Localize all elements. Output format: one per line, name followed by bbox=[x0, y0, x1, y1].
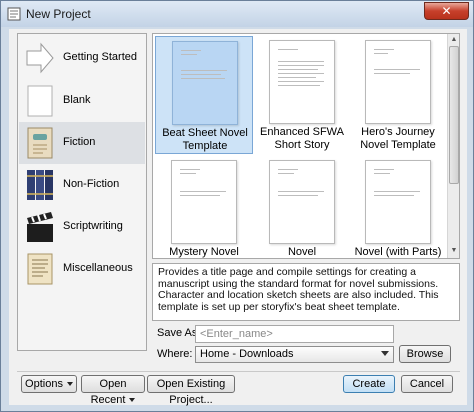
scroll-down-arrow-icon[interactable]: ▼ bbox=[449, 246, 459, 256]
category-list: Getting Started Blank Fiction Non-Fictio… bbox=[17, 33, 147, 351]
category-label: Non-Fiction bbox=[63, 178, 120, 190]
category-label: Miscellaneous bbox=[63, 262, 133, 274]
save-as-label: Save As: bbox=[157, 327, 201, 339]
template-tile[interactable]: Novel (with Parts) bbox=[349, 156, 447, 258]
template-label: Mystery Novel Template bbox=[169, 246, 239, 258]
template-label: Novel bbox=[287, 246, 317, 258]
template-thumbnail bbox=[269, 40, 335, 124]
open-existing-label: Open Existing Project... bbox=[156, 378, 226, 406]
category-label: Fiction bbox=[63, 136, 96, 148]
template-tile[interactable]: Beat Sheet Novel Template bbox=[155, 36, 253, 154]
chevron-down-icon bbox=[381, 351, 389, 356]
template-thumbnail bbox=[269, 160, 335, 244]
cancel-label: Cancel bbox=[409, 378, 445, 390]
dialog-body: Getting Started Blank Fiction Non-Fictio… bbox=[9, 29, 467, 406]
category-fiction[interactable]: Fiction bbox=[19, 122, 145, 164]
new-project-window: New Project ✕ Getting Started Blank Fict… bbox=[0, 0, 474, 412]
open-existing-project-button[interactable]: Open Existing Project... bbox=[147, 375, 235, 406]
browse-button[interactable]: Browse bbox=[399, 345, 451, 363]
category-blank[interactable]: Blank bbox=[19, 80, 145, 122]
chevron-down-icon bbox=[66, 382, 73, 387]
open-recent-button[interactable]: Open Recent bbox=[81, 375, 145, 406]
template-thumbnail bbox=[365, 40, 431, 124]
template-scrollbar[interactable]: ▲ ▼ bbox=[447, 34, 459, 258]
clapperboard-icon bbox=[27, 212, 53, 242]
template-thumbnail bbox=[365, 160, 431, 244]
browse-label: Browse bbox=[406, 348, 444, 360]
scroll-thumb[interactable] bbox=[449, 46, 459, 184]
template-tile[interactable]: Enhanced SFWA Short Story bbox=[253, 36, 351, 154]
options-label: Options bbox=[25, 378, 63, 390]
create-button[interactable]: Create bbox=[343, 375, 395, 393]
title-bar: New Project ✕ bbox=[1, 1, 473, 27]
chevron-down-icon bbox=[129, 398, 136, 403]
template-tile[interactable]: Hero's Journey Novel Template bbox=[349, 36, 447, 154]
window-title: New Project bbox=[26, 7, 91, 21]
arrow-icon bbox=[26, 42, 54, 74]
close-button[interactable]: ✕ bbox=[424, 2, 469, 20]
create-label: Create bbox=[352, 378, 386, 390]
cancel-button[interactable]: Cancel bbox=[401, 375, 453, 393]
blank-page-icon bbox=[27, 85, 53, 117]
template-tile[interactable]: Mystery Novel Template bbox=[155, 156, 253, 258]
category-non-fiction[interactable]: Non-Fiction bbox=[19, 164, 145, 206]
template-tile[interactable]: Novel bbox=[253, 156, 351, 258]
category-label: Blank bbox=[63, 94, 91, 106]
template-label: Novel (with Parts) bbox=[354, 246, 442, 258]
fiction-book-icon bbox=[27, 127, 53, 159]
books-icon bbox=[27, 170, 53, 200]
template-description: Provides a title page and compile settin… bbox=[152, 263, 460, 321]
template-label: Beat Sheet Novel Template bbox=[162, 127, 248, 152]
template-thumbnail bbox=[172, 41, 238, 125]
where-value: Home - Downloads bbox=[200, 348, 294, 360]
scrivener-app-icon bbox=[7, 7, 21, 21]
category-miscellaneous[interactable]: Miscellaneous bbox=[19, 248, 145, 290]
scroll-up-arrow-icon[interactable]: ▲ bbox=[449, 35, 459, 45]
template-label: Enhanced SFWA Short Story bbox=[260, 126, 344, 151]
category-label: Getting Started bbox=[63, 51, 137, 63]
template-grid: Beat Sheet Novel Template Enhanced SFWA … bbox=[152, 33, 460, 259]
template-thumbnail bbox=[171, 160, 237, 244]
options-button[interactable]: Options bbox=[21, 375, 77, 393]
where-dropdown[interactable]: Home - Downloads bbox=[195, 346, 394, 363]
where-label: Where: bbox=[157, 348, 193, 360]
open-recent-label: Open Recent bbox=[90, 378, 127, 406]
category-scriptwriting[interactable]: Scriptwriting bbox=[19, 206, 145, 248]
template-label: Hero's Journey Novel Template bbox=[360, 126, 436, 151]
save-as-input[interactable]: <Enter_name> bbox=[195, 325, 394, 343]
divider bbox=[17, 371, 460, 372]
category-getting-started[interactable]: Getting Started bbox=[19, 37, 145, 79]
scroll-page-icon bbox=[27, 253, 53, 285]
category-label: Scriptwriting bbox=[63, 220, 123, 232]
